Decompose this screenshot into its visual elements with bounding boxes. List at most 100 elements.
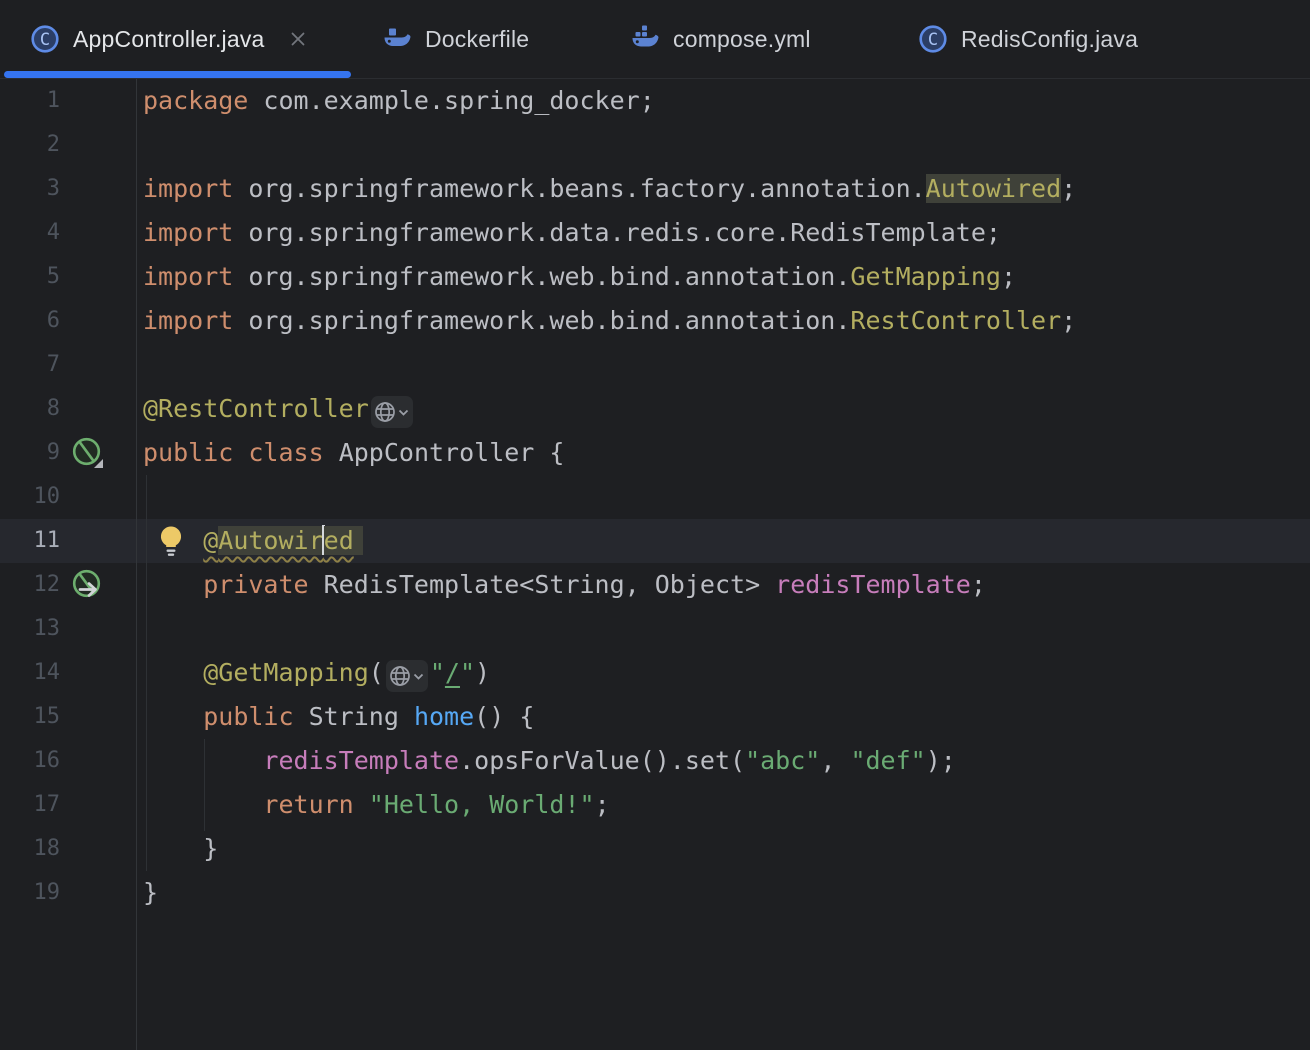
- spring-bean-dropdown-icon[interactable]: [70, 435, 106, 471]
- line-number[interactable]: 12: [0, 563, 61, 607]
- code-line[interactable]: 12 private RedisTemplate<String, Object>…: [0, 563, 1310, 607]
- line-number[interactable]: 18: [0, 827, 61, 871]
- line-number[interactable]: 17: [0, 783, 61, 827]
- code-line[interactable]: 16 redisTemplate.opsForValue().set("abc"…: [0, 739, 1310, 783]
- line-number[interactable]: 2: [0, 123, 60, 167]
- code-token: AppController {: [323, 438, 565, 467]
- url-globe-inlay-icon[interactable]: [370, 396, 413, 428]
- code-line[interactable]: 1 package com.example.spring_docker;: [0, 79, 1310, 123]
- svg-text:C: C: [928, 30, 938, 50]
- code-line-current[interactable]: 11 @Autowired: [0, 519, 1310, 563]
- code-token: "Hello, World!": [368, 790, 595, 819]
- code-line[interactable]: 4 import org.springframework.data.redis.c…: [0, 211, 1310, 255]
- code-line[interactable]: 7: [0, 343, 1310, 387]
- code-token: home: [413, 702, 475, 731]
- code-token: redisTemplate: [263, 746, 460, 775]
- code-token: public: [203, 702, 294, 731]
- code-token: ;: [970, 570, 986, 599]
- code-token: ;: [1061, 174, 1077, 203]
- code-line[interactable]: 8 @RestController: [0, 387, 1310, 431]
- line-number[interactable]: 8: [0, 387, 60, 431]
- spring-bean-arrow-icon[interactable]: [70, 567, 106, 603]
- line-number[interactable]: 16: [0, 739, 61, 783]
- code-text: public String home() {: [143, 695, 1310, 739]
- tab-label: AppController.java: [73, 25, 265, 52]
- code-line[interactable]: 17 return "Hello, World!";: [0, 783, 1310, 827]
- code-token: ;: [1061, 306, 1077, 335]
- line-number[interactable]: 14: [0, 651, 61, 695]
- code-editor[interactable]: 1 package com.example.spring_docker; 2 3 imp…: [0, 79, 1310, 1050]
- code-line[interactable]: 6 import org.springframework.web.bind.ann…: [0, 299, 1310, 343]
- code-token: ;: [1000, 262, 1016, 291]
- code-token: ,: [820, 746, 851, 775]
- java-class-icon: C: [30, 24, 60, 54]
- line-number[interactable]: 9: [0, 431, 60, 475]
- tab-label: compose.yml: [673, 25, 811, 52]
- code-token: @: [203, 526, 219, 555]
- code-line[interactable]: 13: [0, 607, 1310, 651]
- close-icon[interactable]: [287, 28, 309, 50]
- code-token: import: [143, 218, 234, 247]
- url-globe-inlay-icon[interactable]: [385, 660, 428, 692]
- code-token: package: [143, 86, 249, 115]
- line-number[interactable]: 6: [0, 299, 60, 343]
- tab-redisconfig-java[interactable]: C RedisConfig.java: [880, 0, 1180, 78]
- code-line[interactable]: 10: [0, 475, 1310, 519]
- code-area[interactable]: 1 package com.example.spring_docker; 2 3 imp…: [0, 79, 1310, 915]
- code-text: }: [143, 827, 1310, 871]
- code-token: com.example.spring_docker;: [248, 86, 655, 115]
- line-number[interactable]: 1: [0, 79, 60, 123]
- code-text: package com.example.spring_docker;: [143, 79, 1310, 123]
- line-number[interactable]: 7: [0, 343, 60, 387]
- code-token: (: [368, 658, 384, 687]
- code-token: import: [143, 174, 234, 203]
- code-text: @Autowired: [143, 519, 1310, 563]
- intention-bulb-icon[interactable]: [157, 524, 185, 558]
- code-token: String: [293, 702, 414, 731]
- code-text: }: [143, 871, 1310, 915]
- line-number[interactable]: 13: [0, 607, 61, 651]
- code-text: redisTemplate.opsForValue().set("abc", "…: [143, 739, 1310, 783]
- tab-compose-yml[interactable]: compose.yml: [604, 0, 880, 78]
- line-number[interactable]: 10: [0, 475, 61, 519]
- code-line[interactable]: 2: [0, 123, 1310, 167]
- active-tab-indicator: [4, 71, 351, 78]
- code-token: }: [143, 834, 219, 863]
- code-token: Autowir: [218, 526, 324, 555]
- code-token: return: [263, 790, 354, 819]
- code-token: import: [143, 306, 234, 335]
- line-number[interactable]: 15: [0, 695, 61, 739]
- code-token: ed: [323, 526, 354, 555]
- code-token: org.springframework.beans.factory.annota…: [233, 174, 926, 203]
- code-token: ): [475, 658, 491, 687]
- code-text: import org.springframework.web.bind.anno…: [143, 299, 1310, 343]
- code-line[interactable]: 5 import org.springframework.web.bind.ann…: [0, 255, 1310, 299]
- docker-compose-icon: [630, 25, 660, 53]
- code-token: ": [429, 658, 445, 687]
- code-token: org.springframework.web.bind.annotation.: [233, 306, 851, 335]
- line-number[interactable]: 19: [0, 871, 61, 915]
- code-line[interactable]: 18 }: [0, 827, 1310, 871]
- code-line[interactable]: 19}: [0, 871, 1310, 915]
- line-number[interactable]: 4: [0, 211, 60, 255]
- code-token: Autowired: [925, 174, 1062, 203]
- tab-appcontroller-java[interactable]: C AppController.java: [0, 0, 356, 78]
- tab-dockerfile[interactable]: Dockerfile: [356, 0, 604, 78]
- code-text: import org.springframework.data.redis.co…: [143, 211, 1310, 255]
- code-line[interactable]: 15 public String home() {: [0, 695, 1310, 739]
- code-line[interactable]: 9 public class AppController {: [0, 431, 1310, 475]
- code-text: import org.springframework.beans.factory…: [143, 167, 1310, 211]
- line-number[interactable]: 3: [0, 167, 60, 211]
- code-text: import org.springframework.web.bind.anno…: [143, 255, 1310, 299]
- line-number[interactable]: 5: [0, 255, 60, 299]
- code-line[interactable]: 3 import org.springframework.beans.factor…: [0, 167, 1310, 211]
- code-token: );: [925, 746, 956, 775]
- code-line[interactable]: 14 @GetMapping("/"): [0, 651, 1310, 695]
- code-token: GetMapping: [850, 262, 1001, 291]
- line-number[interactable]: 11: [0, 519, 61, 563]
